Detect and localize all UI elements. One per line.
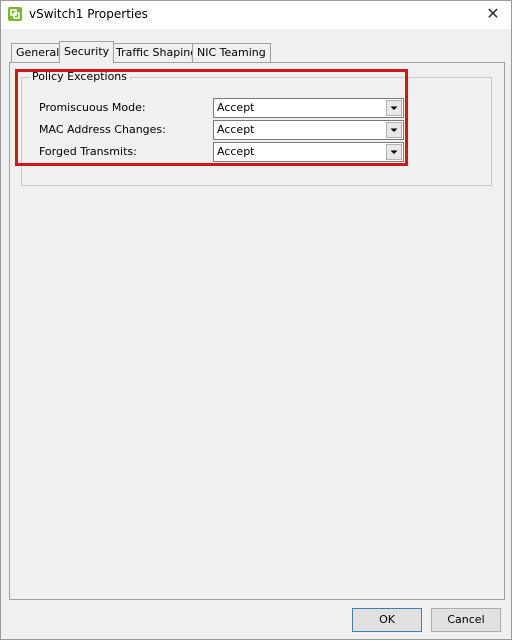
group-title: Policy Exceptions	[30, 70, 130, 83]
chevron-down-icon[interactable]	[386, 100, 402, 116]
vsphere-app-icon	[7, 6, 23, 22]
forged-transmits-value: Accept	[217, 145, 255, 158]
forged-transmits-row: Forged Transmits: Accept	[39, 142, 419, 162]
close-button[interactable]: ✕	[477, 1, 509, 27]
promiscuous-mode-select[interactable]: Accept	[213, 98, 404, 118]
promiscuous-mode-row: Promiscuous Mode: Accept	[39, 98, 419, 118]
mac-address-changes-value: Accept	[217, 123, 255, 136]
cancel-button[interactable]: Cancel	[431, 608, 501, 632]
ok-button[interactable]: OK	[352, 608, 422, 632]
mac-address-changes-select[interactable]: Accept	[213, 120, 404, 140]
chevron-down-icon[interactable]	[386, 122, 402, 138]
mac-address-changes-row: MAC Address Changes: Accept	[39, 120, 419, 140]
tab-nic-teaming[interactable]: NIC Teaming	[192, 43, 271, 62]
promiscuous-mode-label: Promiscuous Mode:	[39, 101, 146, 114]
mac-address-changes-label: MAC Address Changes:	[39, 123, 166, 136]
title-bar: vSwitch1 Properties ✕	[1, 1, 511, 29]
window-title: vSwitch1 Properties	[29, 7, 148, 21]
close-icon: ✕	[486, 4, 500, 23]
chevron-down-icon[interactable]	[386, 144, 402, 160]
forged-transmits-select[interactable]: Accept	[213, 142, 404, 162]
tab-traffic-shaping[interactable]: Traffic Shaping	[111, 43, 203, 62]
properties-dialog: vSwitch1 Properties ✕ General Security T…	[0, 0, 512, 640]
forged-transmits-label: Forged Transmits:	[39, 145, 137, 158]
tab-security[interactable]: Security	[59, 41, 115, 63]
promiscuous-mode-value: Accept	[217, 101, 255, 114]
tab-general[interactable]: General	[11, 43, 65, 62]
tab-strip: General Security Traffic Shaping NIC Tea…	[11, 41, 271, 63]
